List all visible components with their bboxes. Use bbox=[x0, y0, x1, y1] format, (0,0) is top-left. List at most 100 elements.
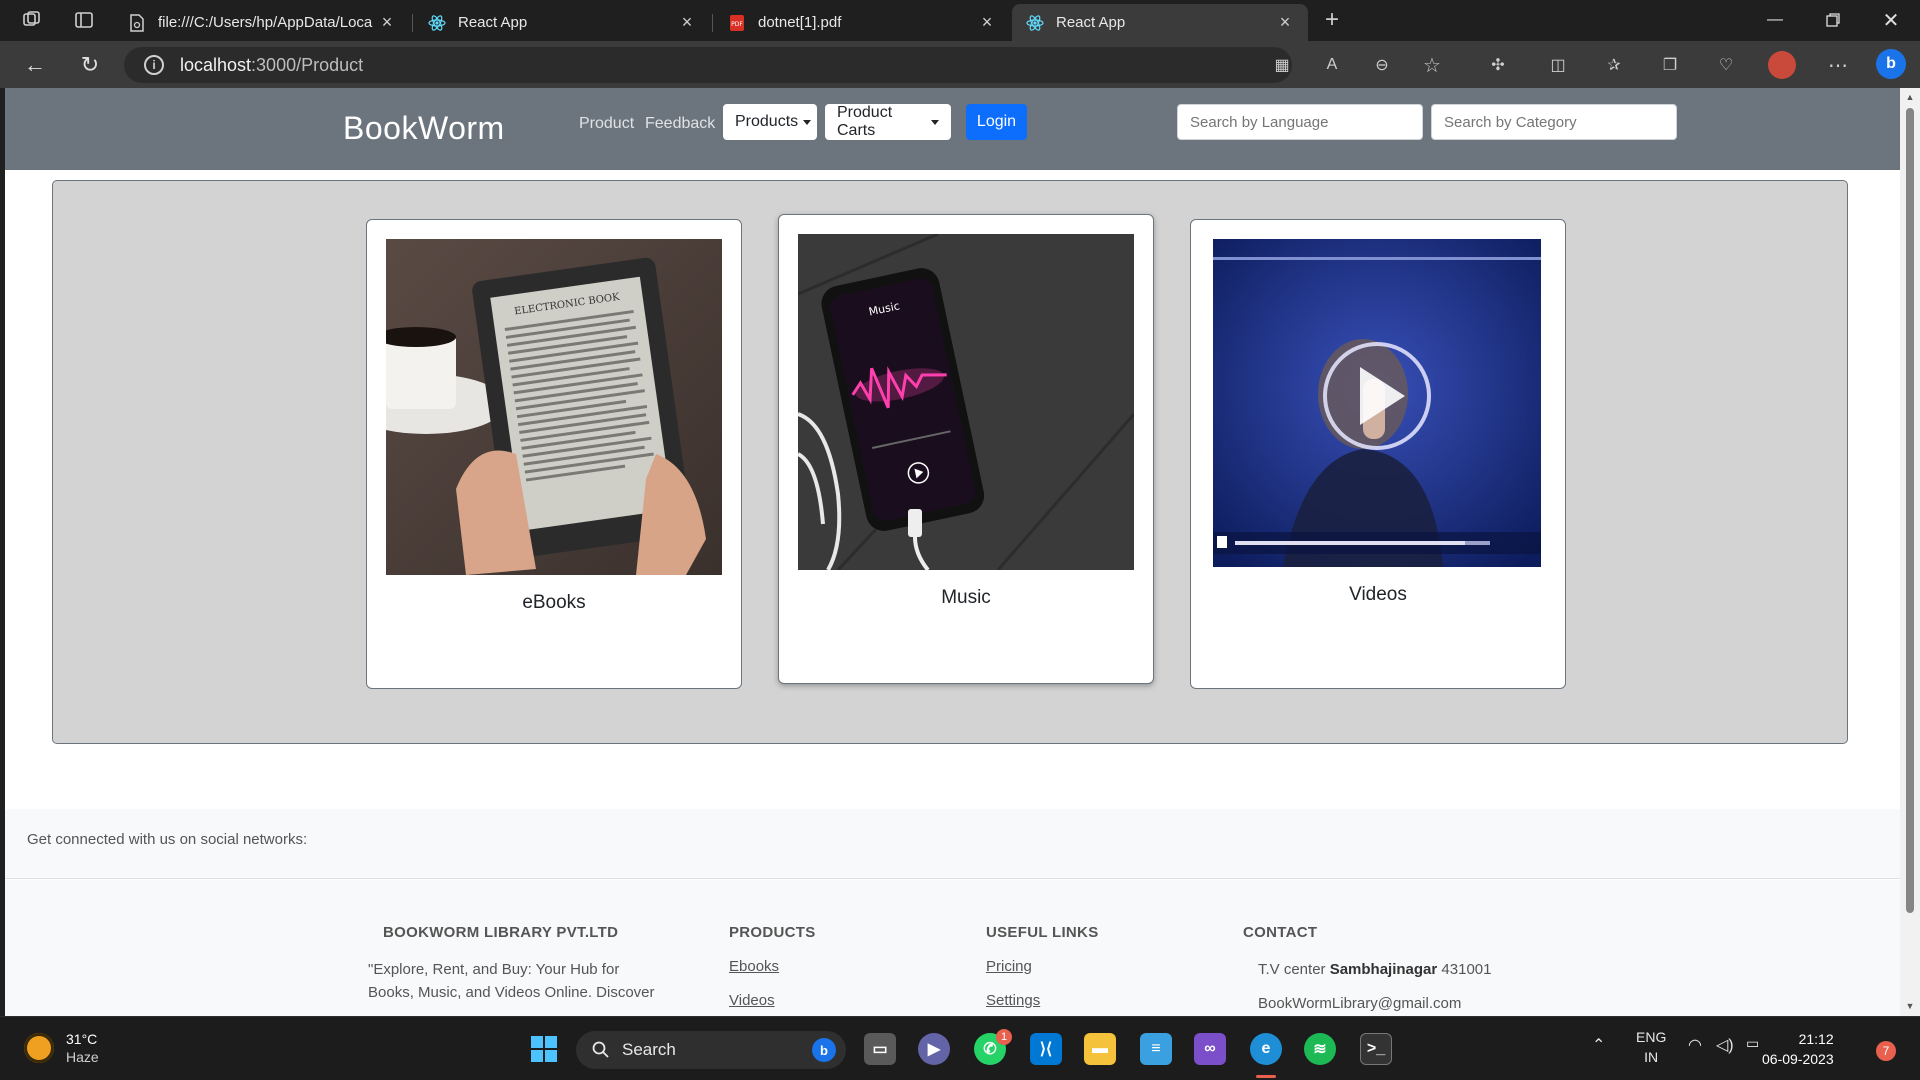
edge-browser-icon[interactable]: e bbox=[1250, 1033, 1282, 1065]
close-icon[interactable]: × bbox=[1276, 12, 1294, 33]
footer-link-settings[interactable]: Settings bbox=[986, 992, 1040, 1009]
new-tab-icon[interactable]: + bbox=[1320, 6, 1344, 33]
footer-social-bar: Get connected with us on social networks… bbox=[5, 809, 1900, 879]
useful-links-heading: USEFUL LINKS bbox=[986, 924, 1099, 941]
browser-tab-bar: file:///C:/Users/hp/AppData/Loca × React… bbox=[0, 0, 1920, 41]
scrollbar-thumb[interactable] bbox=[1906, 108, 1914, 913]
volume-icon[interactable]: ◁) bbox=[1716, 1035, 1734, 1055]
tab-react-app-active[interactable]: React App × bbox=[1012, 4, 1308, 41]
page-scrollbar[interactable]: ▲ ▼ bbox=[1900, 88, 1920, 1016]
contact-heading: CONTACT bbox=[1243, 924, 1318, 941]
address-bar[interactable]: i localhost:3000/Product bbox=[124, 47, 1292, 83]
vscode-icon[interactable]: ⟩⟨ bbox=[1030, 1033, 1062, 1065]
favorite-star-icon[interactable]: ☆ bbox=[1420, 53, 1444, 77]
close-icon[interactable]: × bbox=[978, 12, 996, 33]
video-player-image bbox=[1213, 239, 1541, 567]
tab-divider bbox=[712, 14, 713, 32]
profile-avatar[interactable] bbox=[1768, 51, 1796, 79]
file-explorer-icon[interactable]: ▬ bbox=[1084, 1033, 1116, 1065]
url-host: localhost bbox=[180, 54, 252, 75]
teams-chat-icon[interactable]: ▶ bbox=[918, 1033, 950, 1065]
products-dropdown-button[interactable]: Products bbox=[723, 104, 817, 140]
tab-pdf[interactable]: PDF dotnet[1].pdf × bbox=[714, 4, 1010, 41]
contact-email: BookWormLibrary@gmail.com bbox=[1258, 995, 1462, 1012]
system-clock[interactable]: 21:12 06-09-2023 bbox=[1762, 1029, 1834, 1069]
category-card-music[interactable]: Music Music bbox=[778, 214, 1154, 684]
music-phone-image: Music bbox=[798, 234, 1134, 570]
pdf-icon: PDF bbox=[728, 14, 746, 32]
app-available-icon[interactable]: ▦ bbox=[1270, 53, 1294, 77]
dropdown-label: Products bbox=[735, 113, 799, 130]
page-viewport: BookWorm Product Feedback Products Produ… bbox=[5, 88, 1900, 1016]
clock-date: 06-09-2023 bbox=[1762, 1051, 1834, 1067]
windows-start-icon[interactable] bbox=[528, 1033, 560, 1065]
whatsapp-badge: 1 bbox=[996, 1029, 1012, 1045]
product-carts-dropdown-button[interactable]: Product Carts bbox=[825, 104, 951, 140]
show-hidden-icons[interactable]: ⌃ bbox=[1592, 1035, 1605, 1055]
category-card-videos[interactable]: Videos bbox=[1190, 219, 1566, 689]
file-icon bbox=[128, 13, 146, 32]
dropdown-label: Product Carts bbox=[837, 104, 893, 139]
site-navbar: BookWorm Product Feedback Products Produ… bbox=[5, 88, 1900, 170]
visual-studio-icon[interactable]: ∞ bbox=[1194, 1033, 1226, 1065]
refresh-icon[interactable]: ↻ bbox=[75, 50, 105, 80]
search-icon bbox=[592, 1041, 609, 1058]
copilot-icon[interactable]: b bbox=[1876, 49, 1906, 79]
address-toolbar: ← ↻ i localhost:3000/Product ▦ A ⊖ ☆ ✣ ◫… bbox=[0, 41, 1920, 88]
footer-link-videos[interactable]: Videos bbox=[729, 992, 775, 1009]
weather-widget[interactable]: 31°C Haze bbox=[24, 1031, 99, 1065]
battery-icon[interactable]: ▭ bbox=[1746, 1035, 1759, 1052]
split-screen-icon[interactable]: ◫ bbox=[1546, 53, 1570, 77]
tab-title: file:///C:/Users/hp/AppData/Loca bbox=[158, 14, 373, 31]
nav-link-feedback[interactable]: Feedback bbox=[645, 115, 715, 133]
minimize-button[interactable]: — bbox=[1752, 0, 1798, 40]
scroll-down-arrow[interactable]: ▼ bbox=[1904, 1001, 1916, 1011]
svg-text:PDF: PDF bbox=[731, 21, 743, 28]
react-icon bbox=[1026, 14, 1044, 32]
search-language-input[interactable] bbox=[1177, 104, 1423, 140]
language-indicator[interactable]: ENG IN bbox=[1636, 1027, 1666, 1067]
scroll-up-arrow[interactable]: ▲ bbox=[1904, 92, 1916, 102]
restore-button[interactable] bbox=[1810, 0, 1856, 40]
address-prefix: T.V center bbox=[1258, 961, 1330, 978]
login-button[interactable]: Login bbox=[966, 104, 1027, 140]
category-card-ebooks[interactable]: ELECTRONIC BOOK eBooks bbox=[366, 219, 742, 689]
extensions-icon[interactable]: ✣ bbox=[1486, 53, 1510, 77]
tab-actions-icon[interactable] bbox=[72, 8, 96, 32]
company-description: "Explore, Rent, and Buy: Your Hub for Bo… bbox=[368, 958, 688, 1004]
nav-link-product[interactable]: Product bbox=[579, 115, 634, 133]
company-heading: BOOKWORM LIBRARY PVT.LTD bbox=[383, 924, 619, 941]
notification-badge[interactable]: 7 bbox=[1876, 1041, 1896, 1061]
footer-link-ebooks[interactable]: Ebooks bbox=[729, 958, 779, 975]
info-icon[interactable]: i bbox=[144, 55, 164, 75]
close-icon[interactable]: × bbox=[378, 12, 396, 33]
close-window-button[interactable]: ✕ bbox=[1868, 0, 1914, 40]
close-icon[interactable]: × bbox=[678, 12, 696, 33]
region-code: IN bbox=[1644, 1049, 1659, 1065]
spotify-icon[interactable]: ≋ bbox=[1304, 1033, 1336, 1065]
footer-link-pricing[interactable]: Pricing bbox=[986, 958, 1032, 975]
weather-description: Haze bbox=[66, 1049, 99, 1065]
task-view-icon[interactable]: ▭ bbox=[864, 1033, 896, 1065]
tab-title: dotnet[1].pdf bbox=[758, 14, 842, 31]
read-aloud-icon[interactable]: A bbox=[1320, 53, 1344, 77]
react-icon bbox=[428, 14, 446, 32]
wifi-icon[interactable]: ◠ bbox=[1688, 1035, 1702, 1055]
workspaces-icon[interactable] bbox=[20, 8, 44, 32]
terminal-icon[interactable]: >_ bbox=[1360, 1033, 1392, 1065]
ebook-reader-image: ELECTRONIC BOOK bbox=[386, 239, 722, 575]
tab-divider bbox=[412, 14, 413, 32]
notepad-icon[interactable]: ≡ bbox=[1140, 1033, 1172, 1065]
more-options-icon[interactable]: ⋯ bbox=[1826, 53, 1850, 77]
favorites-icon[interactable]: ✰ bbox=[1602, 53, 1626, 77]
zoom-out-icon[interactable]: ⊖ bbox=[1370, 53, 1394, 77]
tab-react-app-1[interactable]: React App × bbox=[414, 4, 710, 41]
collections-icon[interactable]: ❐ bbox=[1658, 53, 1682, 77]
taskbar-search[interactable]: Search b bbox=[576, 1031, 846, 1069]
back-icon[interactable]: ← bbox=[20, 50, 50, 80]
bing-icon: b bbox=[812, 1038, 836, 1062]
brand-logo[interactable]: BookWorm bbox=[343, 110, 505, 147]
search-category-input[interactable] bbox=[1431, 104, 1677, 140]
tab-file[interactable]: file:///C:/Users/hp/AppData/Loca × bbox=[114, 4, 410, 41]
performance-icon[interactable]: ♡ bbox=[1714, 53, 1738, 77]
